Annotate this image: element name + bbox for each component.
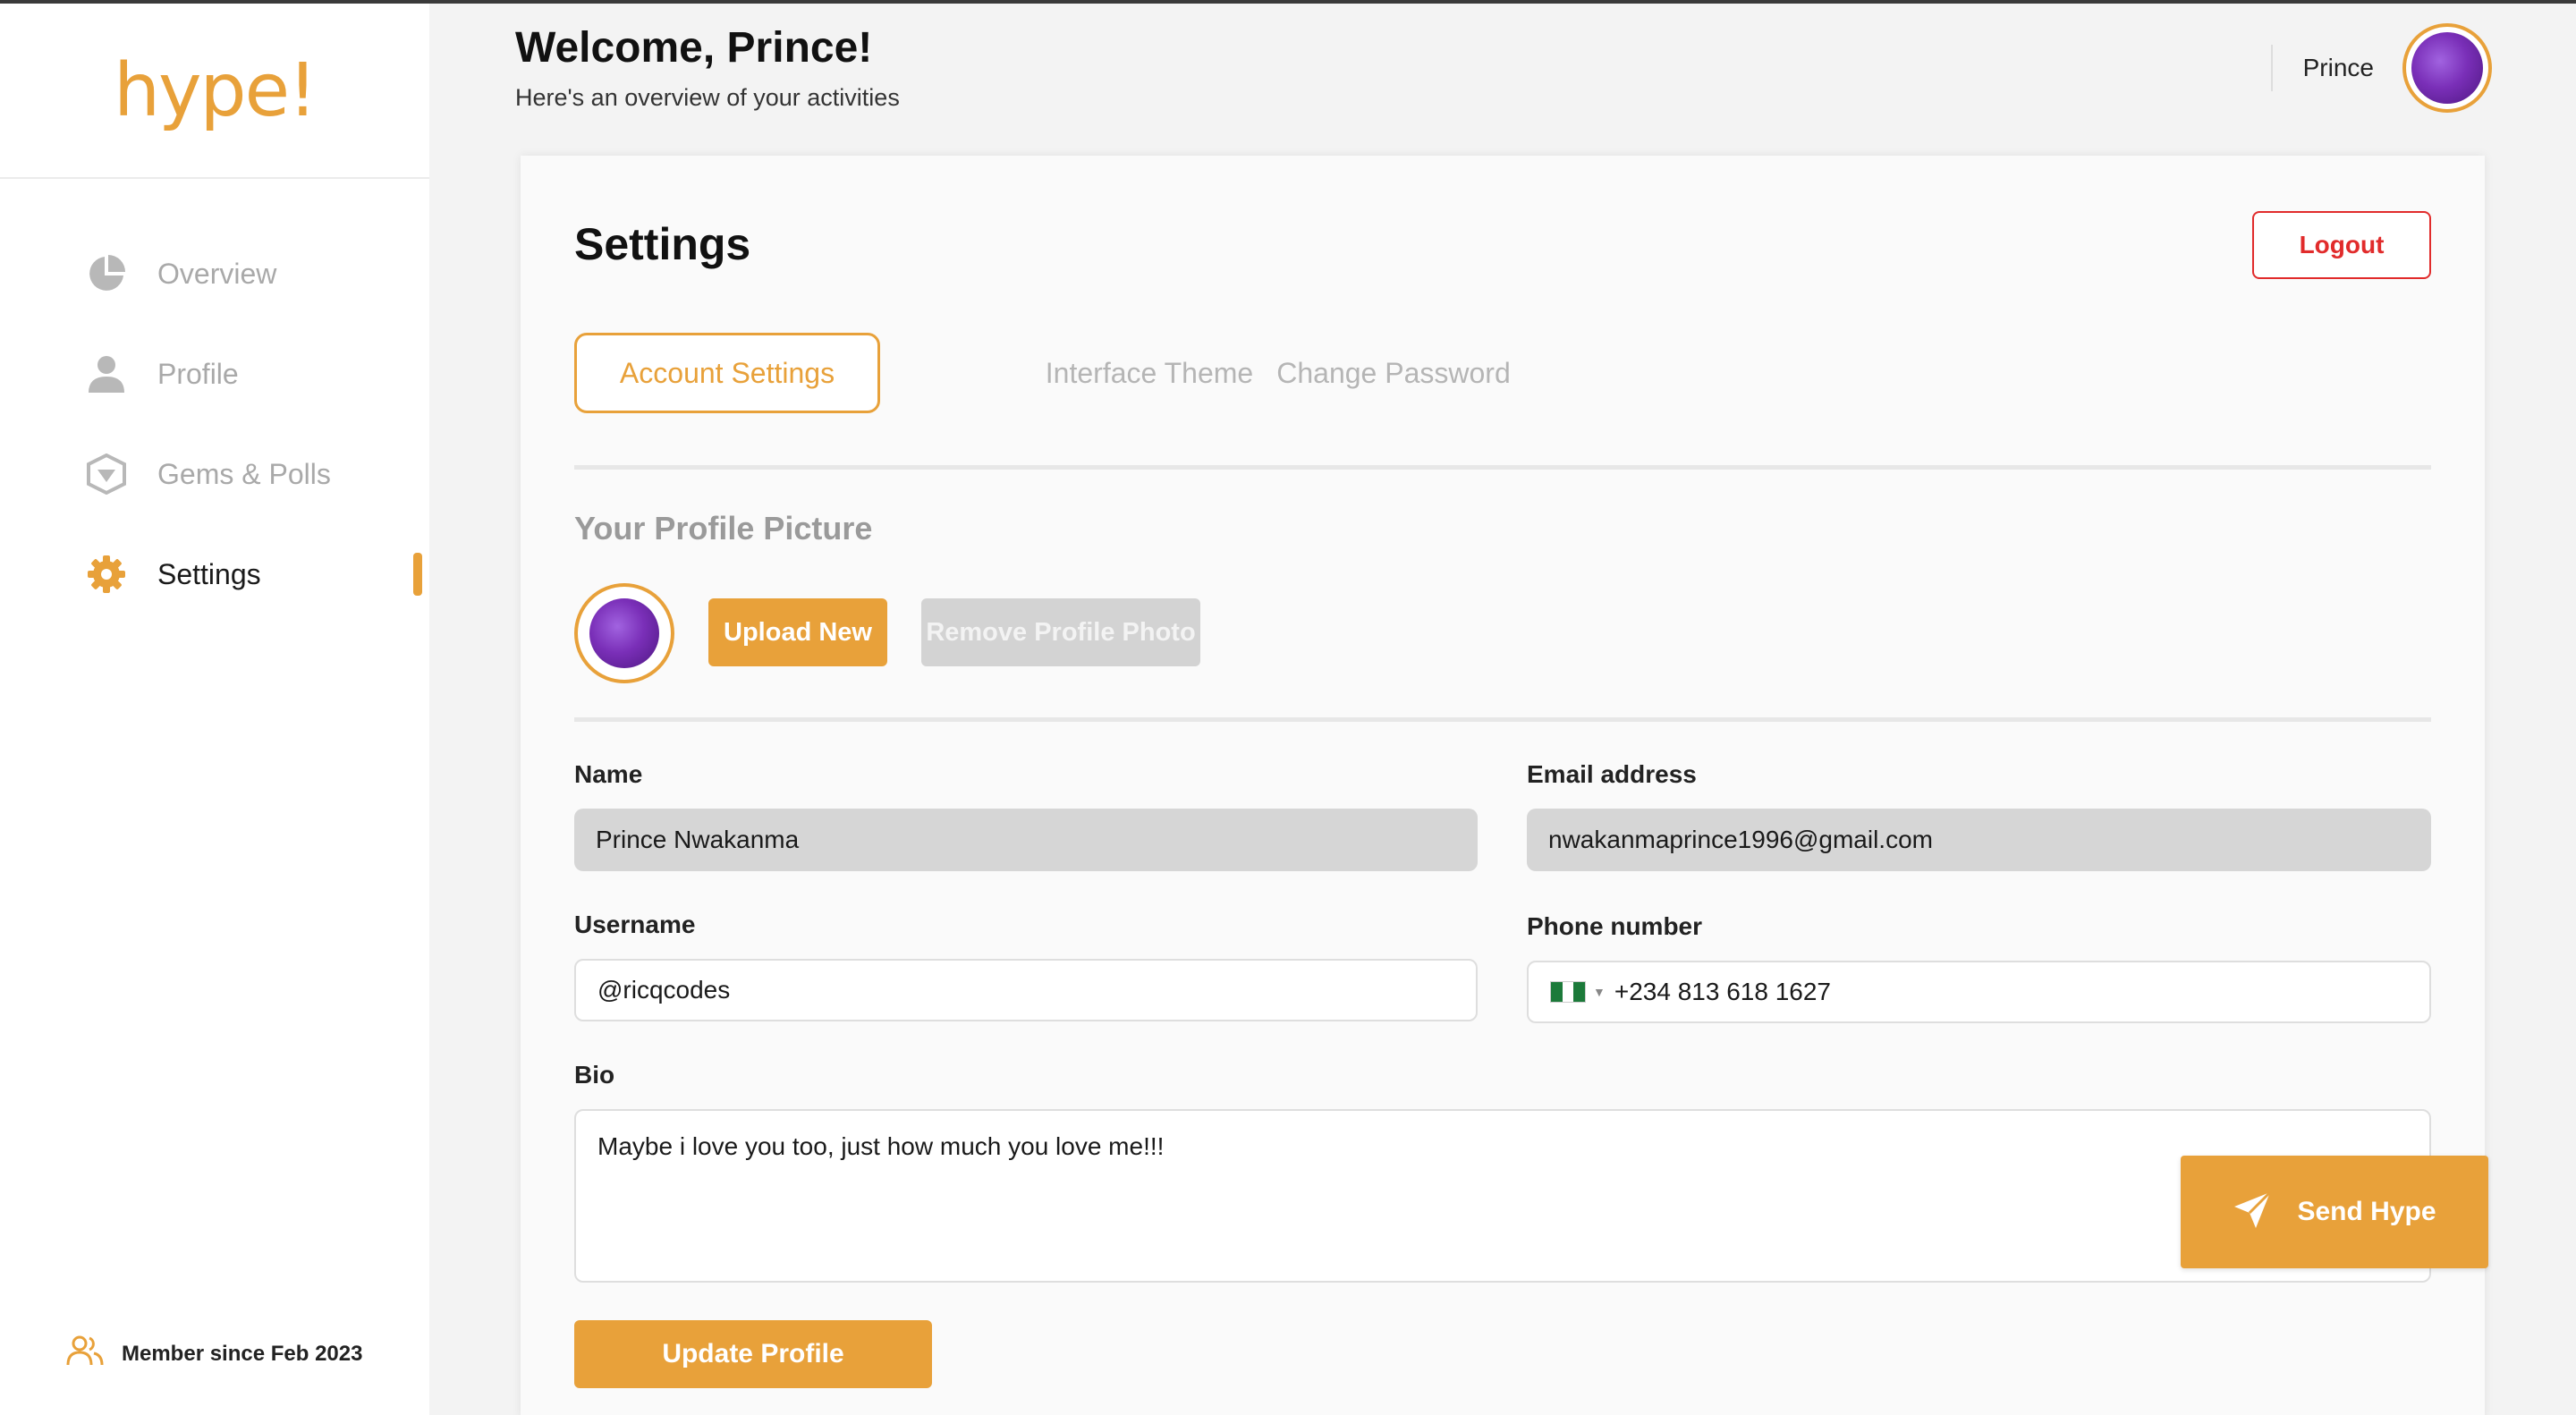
settings-tabs: Account Settings Interface Theme Change …	[574, 333, 2431, 413]
sidebar-item-label: Profile	[157, 357, 239, 390]
settings-title: Settings	[574, 219, 751, 269]
upload-new-button[interactable]: Upload New	[708, 598, 887, 666]
header-user-menu[interactable]: Prince	[2270, 23, 2492, 113]
member-since-label: Member since Feb 2023	[122, 1341, 363, 1366]
sidebar: hype! Overview Profile Gems & Polls Sett…	[0, 4, 429, 1415]
avatar[interactable]	[2402, 23, 2492, 113]
send-icon	[2233, 1190, 2272, 1234]
users-icon	[66, 1335, 104, 1373]
send-hype-label: Send Hype	[2297, 1197, 2436, 1226]
sidebar-nav: Overview Profile Gems & Polls Settings	[0, 224, 429, 624]
brand-logo[interactable]: hype!	[114, 48, 318, 133]
avatar-image	[589, 598, 659, 668]
user-icon	[86, 353, 127, 394]
sidebar-item-overview[interactable]: Overview	[0, 224, 429, 324]
phone-label: Phone number	[1527, 912, 1703, 940]
divider	[574, 465, 2431, 470]
tab-interface-theme[interactable]: Interface Theme	[1027, 333, 1272, 413]
logout-button[interactable]: Logout	[2252, 211, 2431, 279]
page-title: Welcome, Prince!	[515, 24, 873, 72]
email-field[interactable]: nwakanmaprince1996@gmail.com	[1527, 809, 2431, 871]
page-subtitle: Here's an overview of your activities	[515, 84, 900, 111]
member-since: Member since Feb 2023	[66, 1335, 362, 1373]
username-value: @ricqcodes	[597, 976, 731, 1004]
nigeria-flag-icon[interactable]	[1550, 981, 1586, 1003]
sidebar-item-profile[interactable]: Profile	[0, 324, 429, 424]
chevron-down-icon[interactable]: ▼	[1593, 985, 1606, 999]
sidebar-item-label: Settings	[157, 557, 261, 590]
header-divider	[2270, 45, 2273, 91]
profile-avatar	[574, 583, 674, 683]
gear-icon	[86, 554, 127, 595]
bio-textarea[interactable]: Maybe i love you too, just how much you …	[574, 1109, 2431, 1283]
sidebar-item-label: Overview	[157, 257, 277, 290]
tab-change-password[interactable]: Change Password	[1259, 333, 1528, 413]
logo-container: hype!	[0, 4, 429, 179]
sidebar-item-label: Gems & Polls	[157, 457, 331, 490]
phone-value: +234 813 618 1627	[1614, 978, 1831, 1005]
name-field[interactable]: Prince Nwakanma	[574, 809, 1478, 871]
bio-value: Maybe i love you too, just how much you …	[597, 1132, 1165, 1160]
sidebar-item-settings[interactable]: Settings	[0, 524, 429, 624]
email-value: nwakanmaprince1996@gmail.com	[1548, 826, 1933, 853]
pie-chart-icon	[86, 253, 127, 294]
username-field[interactable]: @ricqcodes	[574, 959, 1478, 1021]
header-user-name: Prince	[2302, 54, 2374, 81]
send-hype-button[interactable]: Send Hype	[2181, 1156, 2488, 1268]
remove-photo-button[interactable]: Remove Profile Photo	[921, 598, 1200, 666]
name-label: Name	[574, 760, 643, 788]
email-label: Email address	[1527, 760, 1697, 788]
sidebar-item-gems-polls[interactable]: Gems & Polls	[0, 424, 429, 524]
profile-picture-heading: Your Profile Picture	[574, 510, 873, 547]
avatar-image	[2411, 32, 2483, 104]
tab-account-settings[interactable]: Account Settings	[574, 333, 880, 413]
username-label: Username	[574, 911, 696, 938]
active-indicator	[413, 553, 422, 596]
update-profile-button[interactable]: Update Profile	[574, 1320, 932, 1388]
name-value: Prince Nwakanma	[596, 826, 800, 853]
bio-label: Bio	[574, 1061, 615, 1089]
gem-icon	[86, 453, 127, 495]
divider	[574, 717, 2431, 722]
phone-field[interactable]: ▼ +234 813 618 1627	[1527, 961, 2431, 1023]
